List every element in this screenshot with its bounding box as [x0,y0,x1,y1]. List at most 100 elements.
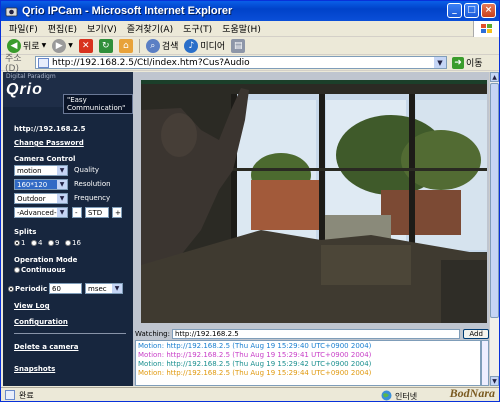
radio-icon [31,240,37,246]
chevron-down-icon[interactable]: ▼ [434,57,446,68]
split-4-radio[interactable]: 4 [31,239,42,247]
menu-tools[interactable]: 도구(T) [178,22,217,35]
periodic-interval-value: 60 [52,284,61,293]
chevron-down-icon: ▼ [68,42,73,49]
search-label: 검색 [161,42,179,52]
chevron-down-icon: ▼ [112,284,122,293]
internet-zone: 인터넷 [381,390,417,402]
watching-label: Watching: [135,329,170,338]
forward-button[interactable]: ▶ ▼ [52,38,73,53]
brand-banner: Digital Paradigm Qrio "Easy Communicatio… [3,72,133,114]
radio-icon [48,240,54,246]
resolution-label: Resolution [74,180,111,188]
search-button[interactable]: ⌕ 검색 [145,38,179,53]
log-entry: Motion: http://192.168.2.5 (Thu Aug 19 1… [138,360,372,368]
minimize-button[interactable]: _ [447,3,462,18]
page-content: Digital Paradigm Qrio "Easy Communicatio… [3,72,489,386]
address-url: http://192.168.2.5/Ctl/index.htm?Cus?Aud… [52,57,250,68]
go-button[interactable]: ➜ 이동 [452,56,483,69]
status-bar: 완료 인터넷 [1,387,499,402]
browser-window: Qrio IPCam - Microsoft Internet Explorer… [0,0,500,402]
periodic-interval-input[interactable]: 60 [49,283,82,294]
frequency-select[interactable]: Outdoor ▼ [14,193,68,204]
menu-help[interactable]: 도움말(H) [217,22,266,35]
splits-heading: Splits [14,228,37,236]
camera-view[interactable] [141,80,487,323]
title-bar: Qrio IPCam - Microsoft Internet Explorer… [1,1,499,21]
increase-button[interactable]: + [112,207,122,218]
continuous-radio[interactable]: Continuous [14,266,66,274]
chevron-down-icon: ▼ [41,42,47,49]
globe-icon [381,390,392,402]
configuration-link[interactable]: Configuration [14,318,68,326]
address-bar: 주소(D) http://192.168.2.5/Ctl/index.htm?C… [1,54,499,74]
decrease-button[interactable]: - [72,207,82,218]
camera-image [141,80,487,323]
forward-arrow-icon: ▶ [52,38,67,53]
media-icon: ♪ [184,38,199,53]
change-password-link[interactable]: Change Password [14,139,84,147]
brand-tagline: Digital Paradigm [6,73,56,80]
address-label: 주소(D) [5,54,22,74]
camera-host: http://192.168.2.5 [14,125,86,133]
std-value: STD [88,208,103,217]
close-button[interactable]: × [481,3,496,18]
address-input[interactable]: http://192.168.2.5/Ctl/index.htm?Cus?Aud… [35,56,447,69]
menu-file[interactable]: 파일(F) [4,22,43,35]
periodic-radio[interactable]: Periodic [8,285,47,293]
menu-favorites[interactable]: 즐겨찾기(A) [122,22,178,35]
view-log-link[interactable]: View Log [14,302,50,310]
go-label: 이동 [466,59,483,69]
resolution-value: 160*120 [17,180,48,189]
home-button[interactable]: ⌂ [118,38,133,53]
watching-input[interactable]: http://192.168.2.5 [171,328,461,339]
window-title: Qrio IPCam - Microsoft Internet Explorer [22,5,233,17]
watching-bar: Watching: http://192.168.2.5 Add [135,328,489,339]
menu-bar: 파일(F) 편집(E) 보기(V) 즐겨찾기(A) 도구(T) 도움말(H) [1,21,499,37]
split-16-radio[interactable]: 16 [65,239,81,247]
print-button[interactable]: ▤ [231,38,246,53]
toolbar-divider [138,38,140,53]
media-label: 미디어 [200,42,226,52]
page-icon [38,57,49,68]
stop-button[interactable]: ✕ [78,38,93,53]
menu-view[interactable]: 보기(V) [82,22,122,35]
stop-icon: ✕ [78,38,93,53]
watermark-logo: BodNara [449,386,495,400]
menu-edit[interactable]: 편집(E) [43,22,82,35]
scroll-thumb[interactable] [490,83,499,318]
scroll-down-icon[interactable]: ▼ [490,376,499,386]
periodic-unit-value: msec [88,284,107,293]
add-button[interactable]: Add [463,328,489,339]
periodic-unit-select[interactable]: msec ▼ [85,283,123,294]
chevron-down-icon: ▼ [57,180,67,189]
snapshots-link[interactable]: Snapshots [14,365,55,373]
split-1-radio[interactable]: 1 [14,239,25,247]
motion-log[interactable]: Motion: http://192.168.2.5 (Thu Aug 19 1… [135,340,481,386]
split-16-label: 16 [72,239,81,247]
quality-select[interactable]: motion ▼ [14,165,68,176]
delete-camera-link[interactable]: Delete a camera [14,343,79,351]
media-button[interactable]: ♪ 미디어 [184,38,226,53]
log-entry: Motion: http://192.168.2.5 (Thu Aug 19 1… [138,369,372,377]
std-select[interactable]: STD [85,207,109,218]
maximize-button[interactable]: □ [464,3,479,18]
advanced-select[interactable]: -Advanced- ▼ [14,207,68,218]
continuous-label: Continuous [21,266,66,274]
chevron-down-icon: ▼ [57,166,67,175]
radio-selected-icon [8,286,14,292]
control-sidebar: Digital Paradigm Qrio "Easy Communicatio… [3,72,133,386]
scroll-up-icon[interactable]: ▲ [490,72,499,82]
chevron-down-icon: ▼ [57,194,67,203]
standard-toolbar: ◀ 뒤로 ▼ ▶ ▼ ✕ ↻ ⌂ ⌕ 검색 ♪ 미디어 ▤ [1,37,499,55]
periodic-label: Periodic [15,285,48,293]
split-9-radio[interactable]: 9 [48,239,59,247]
sidebar-divider [14,333,126,334]
refresh-button[interactable]: ↻ [98,38,113,53]
split-9-label: 9 [55,239,60,247]
resolution-select[interactable]: 160*120 ▼ [14,179,68,190]
radio-selected-icon [14,240,20,246]
log-scrollbar[interactable] [481,340,489,386]
frequency-value: Outdoor [17,194,46,203]
page-scrollbar[interactable]: ▲ ▼ [489,72,499,386]
